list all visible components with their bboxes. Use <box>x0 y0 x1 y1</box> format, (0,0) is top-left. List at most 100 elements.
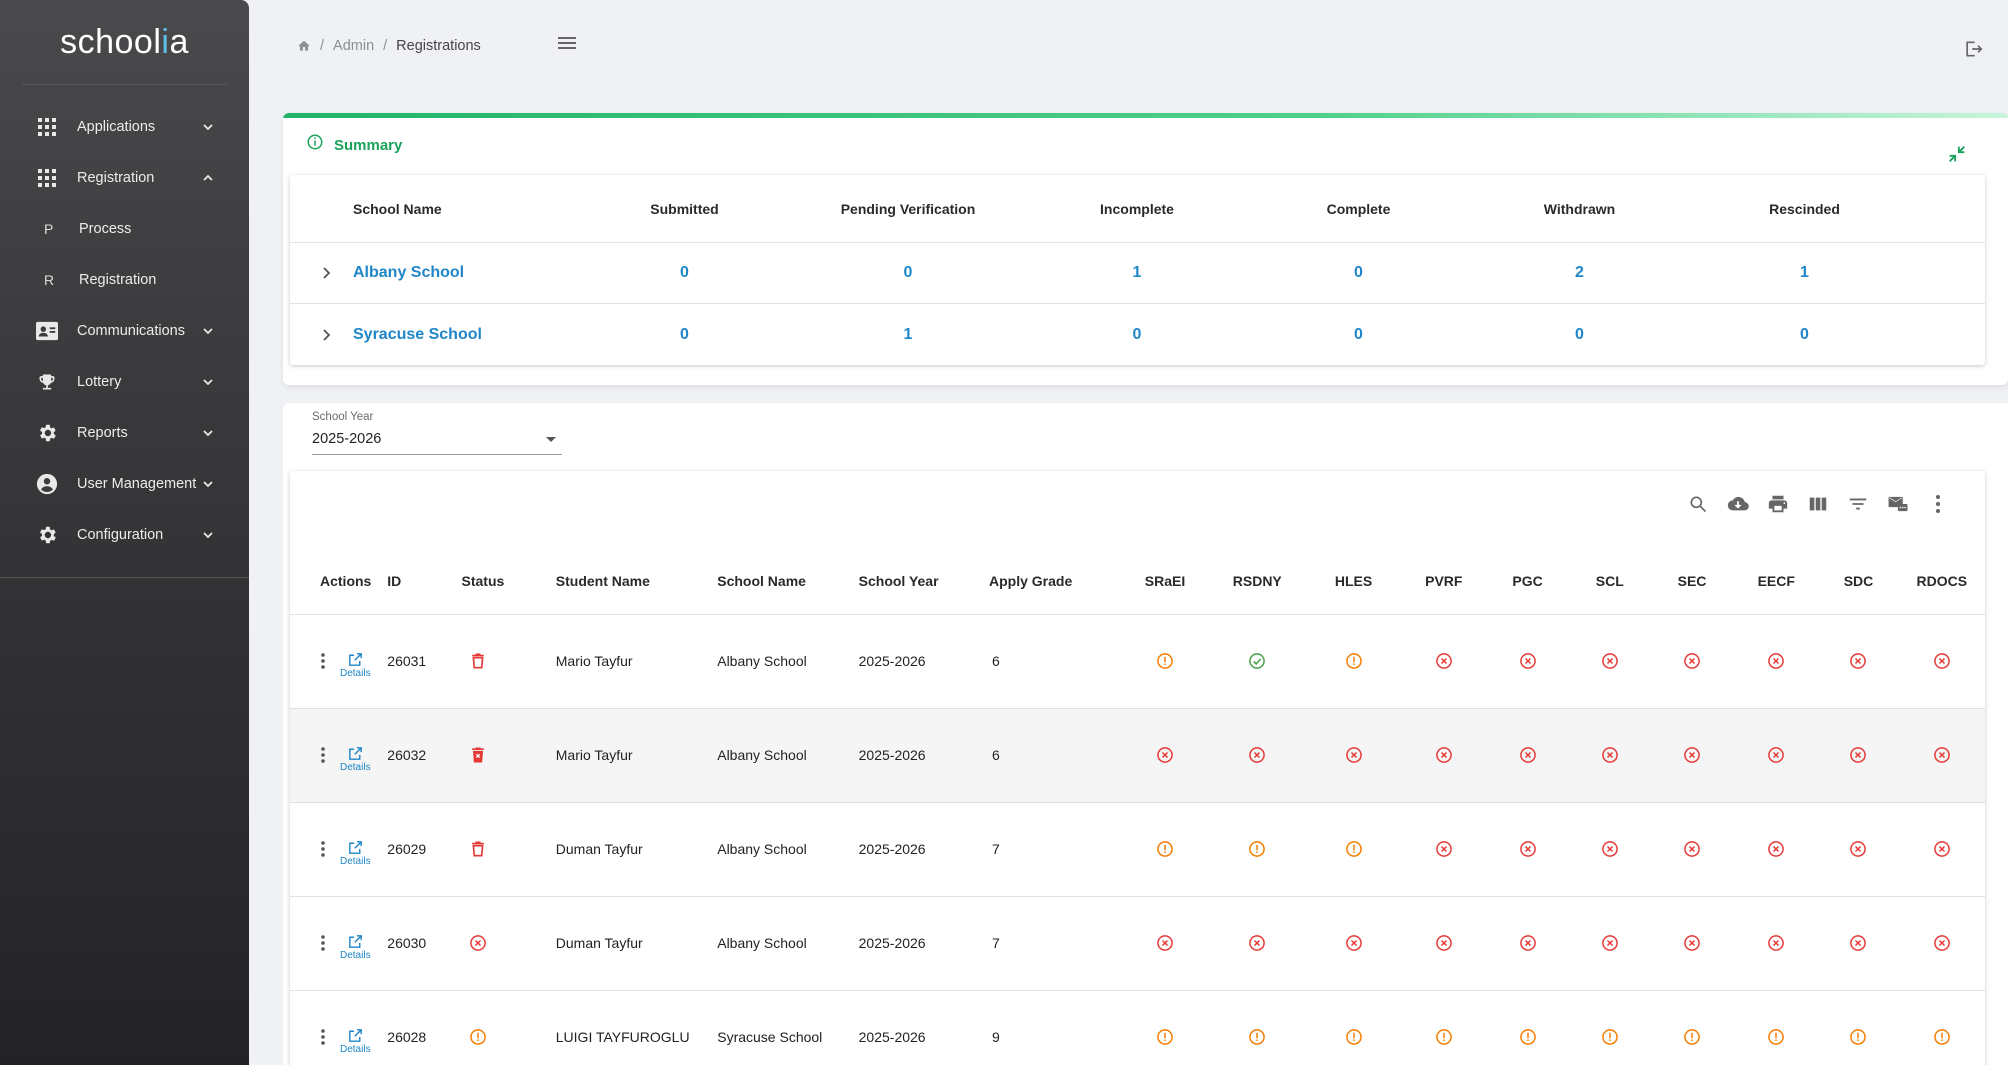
column-header-eecf[interactable]: EECF <box>1734 549 1819 615</box>
column-header-sdc[interactable]: SDC <box>1818 549 1899 615</box>
search-icon[interactable] <box>1687 493 1709 515</box>
summary-count-link[interactable]: 0 <box>1682 326 1927 344</box>
details-label: Details <box>340 856 371 867</box>
school-year-select[interactable]: School Year 2025-2026 <box>312 411 562 455</box>
chevron-up-icon <box>203 174 213 181</box>
summary-count-link[interactable]: 2 <box>1477 264 1682 282</box>
sidebar-item-lottery[interactable]: Lottery <box>0 356 249 407</box>
column-header-scl[interactable]: SCL <box>1569 549 1650 615</box>
column-header-school-year[interactable]: School Year <box>858 549 990 615</box>
more-vert-icon[interactable] <box>320 1028 326 1046</box>
column-header-school-name[interactable]: School Name <box>717 549 859 615</box>
cell-doc-status <box>1304 708 1403 803</box>
cloud-download-icon[interactable] <box>1727 493 1749 515</box>
summary-count-link[interactable]: 1 <box>782 326 1034 344</box>
sidebar-item-label: Process <box>79 220 132 237</box>
summary-count-link[interactable]: 0 <box>1240 326 1477 344</box>
details-button[interactable]: Details <box>340 1027 371 1055</box>
breadcrumb-admin[interactable]: Admin <box>333 38 374 54</box>
home-icon[interactable] <box>297 39 311 53</box>
more-vert-icon[interactable] <box>1927 493 1949 515</box>
column-header-rsdny[interactable]: RSDNY <box>1209 549 1305 615</box>
details-label: Details <box>340 1044 371 1055</box>
sidebar-item-registration[interactable]: R Registration <box>0 254 249 305</box>
details-button[interactable]: Details <box>340 745 371 773</box>
sidebar-item-registration[interactable]: Registration <box>0 152 249 203</box>
column-header-pvrf[interactable]: PVRF <box>1402 549 1486 615</box>
filter-list-icon[interactable] <box>1847 493 1869 515</box>
cell-school-year: 2025-2026 <box>858 802 990 897</box>
trash-icon[interactable] <box>468 839 488 859</box>
collapse-icon[interactable] <box>1946 143 1968 165</box>
open-in-new-icon <box>348 935 362 948</box>
dropdown-arrow-icon <box>546 437 556 442</box>
warning-circle-icon <box>1345 653 1362 669</box>
cell-student-name: LUIGI TAYFUROGLU <box>555 990 718 1065</box>
column-header-rdocs[interactable]: RDOCS <box>1898 549 1985 615</box>
summary-count-link[interactable]: 1 <box>1034 264 1240 282</box>
print-icon[interactable] <box>1767 493 1789 515</box>
sidebar-item-communications[interactable]: Communications <box>0 305 249 356</box>
column-header-apply-grade[interactable]: Apply Grade <box>989 549 1121 615</box>
sidebar-item-process[interactable]: P Process <box>0 203 249 254</box>
cell-doc-status <box>1649 896 1735 991</box>
column-header-sraei[interactable]: SRaEI <box>1120 549 1210 615</box>
mail-chat-icon[interactable] <box>1887 493 1909 515</box>
details-button[interactable]: Details <box>340 839 371 867</box>
more-vert-icon[interactable] <box>320 934 326 952</box>
column-header-status[interactable]: Status <box>461 549 556 615</box>
view-columns-icon[interactable] <box>1807 493 1829 515</box>
sidebar-item-applications[interactable]: Applications <box>0 101 249 152</box>
warning-circle-icon <box>1601 1029 1618 1045</box>
summary-school-link[interactable]: Syracuse School <box>350 326 587 344</box>
column-header-id[interactable]: ID <box>387 549 462 615</box>
school-year-value[interactable]: 2025-2026 <box>312 431 562 455</box>
summary-count-link[interactable]: 0 <box>587 264 782 282</box>
sidebar-item-reports[interactable]: Reports <box>0 407 249 458</box>
cell-doc-status <box>1734 990 1819 1065</box>
summary-count-link[interactable]: 0 <box>782 264 1034 282</box>
summary-count-link[interactable]: 0 <box>1034 326 1240 344</box>
column-header-student-name[interactable]: Student Name <box>555 549 718 615</box>
more-vert-icon[interactable] <box>320 746 326 764</box>
brand-name-part: a <box>169 22 189 61</box>
summary-count-link[interactable]: 0 <box>1477 326 1682 344</box>
error-circle-icon <box>1435 841 1452 857</box>
error-circle-icon <box>1519 935 1536 951</box>
table-row[interactable]: Details 26029 Duman Tayfur Albany School 202… <box>290 802 1985 897</box>
logout-icon[interactable] <box>1963 39 1983 59</box>
trash-icon[interactable] <box>468 651 488 671</box>
summary-row: Albany School 0 0 1 0 2 1 <box>290 243 1985 304</box>
sidebar-item-user-management[interactable]: User Management <box>0 458 249 509</box>
row-actions: Details <box>290 643 387 679</box>
details-button[interactable]: Details <box>340 933 371 961</box>
expand-row-button[interactable] <box>290 328 350 342</box>
table-row[interactable]: Details 26031 Mario Tayfur Albany School 202… <box>290 614 1985 709</box>
table-row[interactable]: Details 26028 LUIGI TAYFUROGLU Syracuse Sch… <box>290 990 1985 1065</box>
summary-panel: Summary School Name Submitted Pending Veri… <box>283 113 2008 385</box>
column-header-pgc[interactable]: PGC <box>1485 549 1570 615</box>
details-button[interactable]: Details <box>340 651 371 679</box>
brand-logo[interactable]: schoo l i a <box>0 0 249 84</box>
summary-count-link[interactable]: 0 <box>1240 264 1477 282</box>
column-header-sec[interactable]: SEC <box>1649 549 1735 615</box>
school-year-value-text: 2025-2026 <box>312 431 382 447</box>
table-row[interactable]: Details 26032 Mario Tayfur Albany School 202… <box>290 708 1985 803</box>
error-circle-icon <box>1933 747 1950 763</box>
trash-filled-icon[interactable] <box>468 745 488 765</box>
more-vert-icon[interactable] <box>320 652 326 670</box>
summary-count-link[interactable]: 1 <box>1682 264 1927 282</box>
breadcrumb-current: Registrations <box>396 38 481 54</box>
summary-count-link[interactable]: 0 <box>587 326 782 344</box>
column-header-actions[interactable]: Actions <box>290 549 388 615</box>
sidebar-item-configuration[interactable]: Configuration <box>0 509 249 560</box>
column-header-hles[interactable]: HLES <box>1304 549 1403 615</box>
error-circle-icon <box>1768 653 1785 669</box>
table-row[interactable]: Details 26030 Duman Tayfur Albany School 202… <box>290 896 1985 991</box>
expand-row-button[interactable] <box>290 266 350 280</box>
more-vert-icon[interactable] <box>320 840 326 858</box>
cell-doc-status <box>1402 614 1486 709</box>
cell-apply-grade: 6 <box>989 614 1121 709</box>
menu-icon[interactable] <box>557 35 577 51</box>
summary-school-link[interactable]: Albany School <box>350 264 587 282</box>
